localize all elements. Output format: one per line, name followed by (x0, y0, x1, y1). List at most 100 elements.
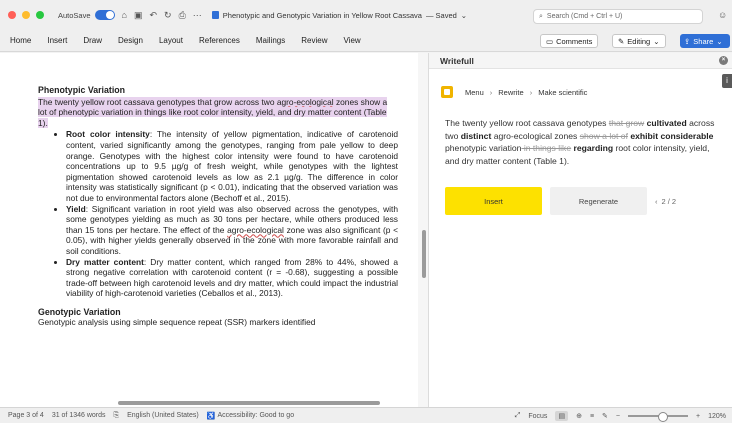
horizontal-scrollbar[interactable] (118, 401, 380, 405)
search-placeholder: Search (Cmd + Ctrl + U) (546, 13, 623, 20)
chevron-down-icon: ⌄ (460, 10, 468, 20)
deleted-text: in things like (521, 143, 572, 153)
share-button[interactable]: ⇪ Share ⌄ (680, 34, 730, 48)
tab-design[interactable]: Design (118, 36, 143, 45)
document-title[interactable]: Phenotypic and Genotypic Variation in Ye… (211, 10, 468, 20)
word-doc-icon (211, 11, 219, 19)
chevron-left-icon[interactable]: ‹ (655, 197, 658, 206)
undo-icon[interactable]: ↶ (149, 10, 157, 21)
home-icon[interactable]: ⌂ (122, 10, 127, 20)
document-canvas[interactable]: Phenotypic Variation The twenty yellow r… (0, 53, 418, 407)
autosave-label: AutoSave (58, 10, 91, 20)
web-layout-icon[interactable]: ⊕ (576, 412, 582, 420)
regenerate-button[interactable]: Regenerate (550, 187, 647, 215)
status-right: ⤢ Focus ▤ ⊕ ≡ ✎ − + 120% (515, 411, 726, 422)
intro-paragraph[interactable]: The twenty yellow root cassava genotypes… (38, 96, 398, 129)
genotypic-paragraph[interactable]: Genotypic analysis using simple sequence… (38, 317, 398, 328)
insert-button[interactable]: Insert (445, 187, 542, 215)
language-label[interactable]: English (United States) (127, 412, 199, 419)
added-text: distinct (460, 130, 492, 141)
document-title-text: Phenotypic and Genotypic Variation in Ye… (222, 10, 422, 20)
bullet-text: : The intensity of yellow pigmentation, … (66, 129, 398, 203)
breadcrumb-rewrite[interactable]: Rewrite (498, 88, 523, 97)
info-icon[interactable]: i (722, 74, 732, 88)
pencil-icon: ✎ (618, 36, 625, 46)
accessibility-status[interactable]: Accessibility: Good to go (217, 412, 294, 419)
bullet-list: Root color intensity: The intensity of y… (66, 129, 398, 299)
rewrite-suggestion: The twenty yellow root cassava genotypes… (445, 117, 723, 167)
spelling-flag[interactable]: agro-ecological (227, 225, 284, 235)
added-text: exhibit considerable (630, 130, 714, 141)
tab-insert[interactable]: Insert (47, 36, 67, 45)
intro-text-a: The twenty yellow root cassava genotypes… (38, 96, 277, 107)
zoom-in-icon[interactable]: + (696, 413, 700, 420)
maximize-window-button[interactable] (36, 11, 44, 19)
deleted-text: that grow (608, 118, 645, 128)
bullet-label: Yield (66, 203, 86, 214)
deleted-text: show a lot of (579, 130, 628, 141)
account-icon[interactable]: ☺ (718, 10, 727, 20)
save-icon[interactable]: ▣ (134, 10, 143, 21)
editing-label: Editing (627, 36, 651, 46)
tab-draw[interactable]: Draw (83, 36, 102, 45)
list-item[interactable]: Yield: Significant variation in root yie… (66, 204, 398, 257)
list-item[interactable]: Dry matter content: Dry matter content, … (66, 257, 398, 299)
word-count[interactable]: 31 of 1346 words (52, 412, 106, 419)
pane-title: Writefull (440, 56, 474, 66)
close-icon[interactable]: × (719, 56, 728, 65)
chevron-down-icon: ⌄ (653, 36, 660, 46)
heading-genotypic-variation: Genotypic Variation (38, 306, 121, 317)
autosave-toggle[interactable] (94, 10, 115, 20)
zoom-out-icon[interactable]: − (616, 413, 620, 420)
writefull-logo-icon (441, 86, 453, 98)
redo-icon[interactable]: ↻ (164, 10, 172, 21)
suggestion-text: The twenty yellow root cassava genotypes (445, 118, 609, 128)
bullet-label: Dry matter content (66, 256, 144, 267)
added-text: regarding (573, 143, 614, 153)
print-icon[interactable]: ⎙ (179, 10, 186, 21)
comment-icon: ▭ (546, 36, 554, 46)
tab-mailings[interactable]: Mailings (256, 36, 285, 45)
accessibility-icon[interactable]: ♿ (207, 412, 216, 420)
proofing-icon[interactable]: ⎘ (114, 412, 120, 420)
draft-icon[interactable]: ✎ (602, 412, 608, 420)
search-input[interactable]: ⌕ Search (Cmd + Ctrl + U) (533, 9, 703, 24)
breadcrumb-menu[interactable]: Menu (465, 88, 484, 97)
comments-button[interactable]: ▭ Comments (540, 34, 599, 48)
tab-review[interactable]: Review (301, 36, 327, 45)
added-text: cultivated (646, 118, 687, 128)
zoom-slider[interactable] (628, 412, 688, 422)
editing-button[interactable]: ✎ Editing ⌄ (612, 34, 666, 48)
saved-status: — Saved (425, 10, 457, 20)
tab-home[interactable]: Home (10, 36, 31, 45)
minimize-window-button[interactable] (22, 11, 30, 19)
tab-layout[interactable]: Layout (159, 36, 183, 45)
zoom-level[interactable]: 120% (708, 413, 726, 420)
heading-phenotypic-variation: Phenotypic Variation (38, 85, 126, 95)
vertical-scrollbar[interactable] (422, 230, 426, 278)
page-count[interactable]: Page 3 of 4 (8, 412, 44, 419)
breadcrumb-make-scientific: Make scientific (538, 87, 588, 97)
pane-header: Writefull × (429, 53, 732, 69)
focus-button[interactable]: Focus (528, 413, 547, 420)
comments-label: Comments (556, 36, 593, 46)
suggestion-text: phenotypic variation (445, 143, 522, 153)
list-item[interactable]: Root color intensity: The intensity of y… (66, 129, 398, 203)
chevron-right-icon: › (489, 87, 493, 97)
more-icon[interactable]: ⋯ (193, 10, 202, 21)
share-icon: ⇪ (684, 36, 691, 46)
writefull-pane: Writefull × i Menu › Rewrite › Make scie… (428, 53, 732, 407)
document-page[interactable]: Phenotypic Variation The twenty yellow r… (38, 85, 398, 328)
chevron-down-icon: ⌄ (716, 36, 723, 46)
outline-icon[interactable]: ≡ (590, 413, 594, 420)
tab-view[interactable]: View (343, 36, 360, 45)
focus-icon[interactable]: ⤢ (515, 412, 521, 420)
close-window-button[interactable] (8, 11, 16, 19)
window-controls (8, 11, 44, 19)
tab-references[interactable]: References (199, 36, 240, 45)
print-layout-icon[interactable]: ▤ (555, 411, 569, 421)
breadcrumb: Menu › Rewrite › Make scientific (441, 86, 587, 98)
spelling-flag[interactable]: agro-ecological (277, 97, 334, 107)
search-icon: ⌕ (539, 12, 543, 20)
suggestion-text: agro-ecological zones (491, 130, 580, 141)
